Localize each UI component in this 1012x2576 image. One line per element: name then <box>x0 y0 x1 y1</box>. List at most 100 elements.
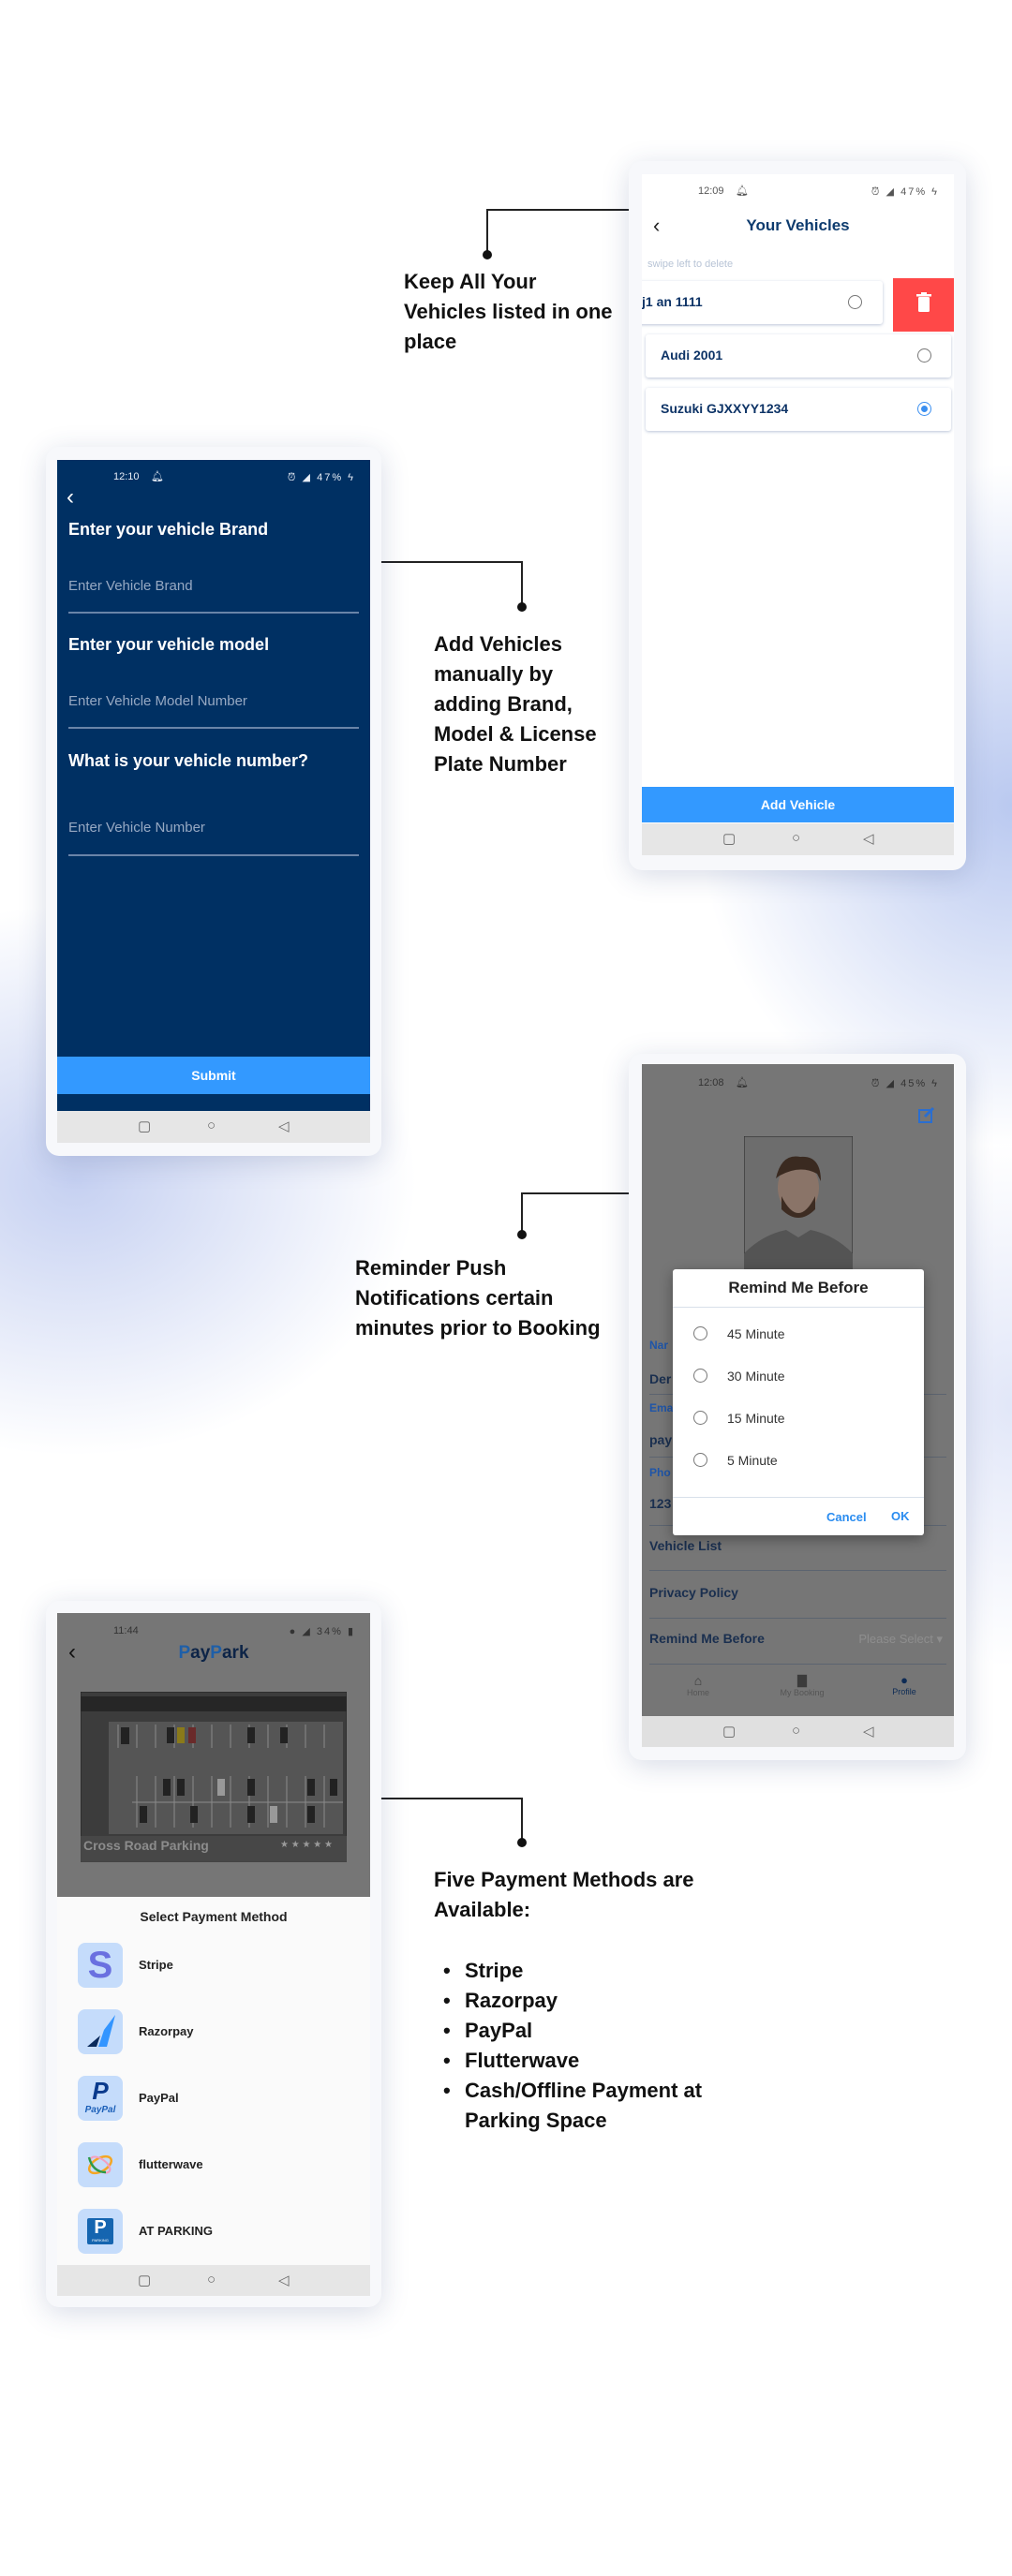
vehicle-name: j1 an 1111 <box>642 294 703 309</box>
vehicle-row[interactable]: j1 an 1111 <box>642 281 883 324</box>
privacy-policy-link[interactable]: Privacy Policy <box>649 1585 738 1600</box>
parking-lot-image <box>81 1692 347 1862</box>
your-vehicles-screen: 12:09 🔔︎ ⏰︎ ◢ 47% ϟ ‹ Your Vehicles swip… <box>642 174 954 855</box>
back-nav-icon[interactable]: ◁ <box>863 830 874 847</box>
model-input[interactable]: Enter Vehicle Model Number <box>68 693 247 709</box>
payment-method-at-parking[interactable]: P PARKING AT PARKING <box>78 2209 350 2254</box>
number-underline <box>68 854 359 856</box>
status-bar: 12:09 🔔︎ ⏰︎ ◢ 47% ϟ <box>642 182 954 204</box>
connector-line <box>521 1192 523 1234</box>
delete-button[interactable] <box>893 278 954 332</box>
vehicle-radio[interactable] <box>848 295 862 309</box>
battery-level: 47% <box>317 472 344 483</box>
vehicle-name: Audi 2001 <box>661 348 723 363</box>
vehicle-row[interactable]: Audi 2001 <box>646 334 951 378</box>
status-icons: ● ◢ 34% ▮ <box>290 1625 355 1637</box>
field-label: Pho <box>649 1466 671 1479</box>
status-time: 12:08 <box>698 1077 724 1088</box>
home-icon[interactable]: ○ <box>792 1723 800 1739</box>
list-item: • Flutterwave <box>443 2049 580 2072</box>
status-icons: ⏰︎ ◢ 47% ϟ <box>871 185 939 199</box>
annotation-line: Add Vehicles <box>434 632 562 656</box>
option-30[interactable]: 30 Minute <box>673 1367 924 1387</box>
status-icons: ⏰︎ ◢ 47% ϟ <box>288 471 355 484</box>
divider <box>649 1618 946 1619</box>
brand-question: Enter your vehicle Brand <box>68 520 269 539</box>
person-icon: ● <box>900 1673 908 1687</box>
vehicle-list-link[interactable]: Vehicle List <box>649 1538 722 1553</box>
back-nav-icon[interactable]: ◁ <box>863 1723 874 1740</box>
annotation-line: Available: <box>434 1898 531 1921</box>
connector-line <box>521 1798 523 1842</box>
field-label: Nar <box>649 1339 669 1352</box>
payment-methods-list: • Stripe • Razorpay • PayPal • Flutterwave •… <box>434 1956 734 2136</box>
submit-button[interactable]: Submit <box>57 1057 370 1094</box>
connector-line <box>381 561 523 563</box>
razorpay-icon <box>78 2009 123 2054</box>
option-5[interactable]: 5 Minute <box>673 1451 924 1472</box>
bottom-tab-bar: ⌂ Home ▇ My Booking ● Profile <box>642 1673 954 1716</box>
home-icon[interactable]: ○ <box>792 830 800 846</box>
chevron-down-icon: ▾ <box>936 1632 943 1646</box>
annotation-line: minutes prior to Booking <box>355 1316 601 1340</box>
connector-dot <box>517 1230 527 1239</box>
option-label: 45 Minute <box>727 1326 785 1341</box>
divider <box>673 1307 924 1308</box>
field-value: pay <box>649 1432 673 1447</box>
payment-method-paypal[interactable]: P PayPal PayPal <box>78 2076 350 2121</box>
profile-screen: 12:08 🔔︎ ⏰︎ ◢ 45% ϟ Nar Der Ema pay Pho … <box>642 1064 954 1747</box>
vehicle-radio[interactable] <box>917 348 931 363</box>
status-time: 12:10 <box>113 471 140 482</box>
method-label: AT PARKING <box>139 2224 213 2238</box>
android-nav-bar: ▢ ○ ◁ <box>642 823 954 855</box>
vehicle-radio-selected[interactable] <box>917 402 931 416</box>
payment-method-razorpay[interactable]: Razorpay <box>78 2009 350 2054</box>
paypark-logo: PayPark <box>178 1643 249 1663</box>
payment-method-flutterwave[interactable]: flutterwave <box>78 2142 350 2187</box>
trash-icon <box>916 292 931 312</box>
signal-icon: ◢ <box>302 1626 312 1637</box>
remind-select[interactable]: Please Select ▾ <box>858 1632 943 1647</box>
recents-icon[interactable]: ▢ <box>722 830 736 847</box>
tab-label: Home <box>686 1688 709 1697</box>
tab-profile[interactable]: ● Profile <box>876 1673 932 1696</box>
charging-icon: ϟ <box>931 1078 939 1089</box>
vehicle-number-input[interactable]: Enter Vehicle Number <box>68 820 205 836</box>
option-15[interactable]: 15 Minute <box>673 1409 924 1429</box>
flutterwave-icon <box>78 2142 123 2187</box>
recents-icon[interactable]: ▢ <box>138 1118 151 1134</box>
option-label: 15 Minute <box>727 1411 785 1426</box>
dialog-title: Remind Me Before <box>728 1279 869 1296</box>
recents-icon[interactable]: ▢ <box>722 1723 736 1740</box>
add-vehicle-button[interactable]: Add Vehicle <box>642 787 954 822</box>
connector-line <box>487 209 629 211</box>
connector-line <box>522 1192 629 1194</box>
bell-icon: 🔔︎ <box>151 471 164 482</box>
number-question: What is your vehicle number? <box>68 751 309 770</box>
vehicle-row[interactable]: Suzuki GJXXYY1234 <box>646 388 951 431</box>
home-icon[interactable]: ○ <box>207 2272 216 2287</box>
bell-icon: 🔔︎ <box>736 1077 749 1088</box>
back-icon[interactable]: ‹ <box>67 484 74 511</box>
android-nav-bar: ▢ ○ ◁ <box>642 1716 954 1747</box>
alarm-icon: ⏰︎ <box>287 472 298 483</box>
home-icon[interactable]: ○ <box>207 1118 216 1133</box>
brand-input[interactable]: Enter Vehicle Brand <box>68 578 193 594</box>
ok-button[interactable]: OK <box>891 1509 910 1523</box>
model-underline <box>68 727 359 729</box>
payment-method-stripe[interactable]: S Stripe <box>78 1943 350 1988</box>
option-45[interactable]: 45 Minute <box>673 1325 924 1345</box>
cancel-button[interactable]: Cancel <box>826 1510 867 1524</box>
tab-home[interactable]: ⌂ Home <box>670 1673 726 1697</box>
edit-icon[interactable] <box>917 1105 936 1124</box>
sheet-title: Select Payment Method <box>140 1909 288 1924</box>
battery-icon: ▮ <box>347 1626 355 1637</box>
tab-my-booking[interactable]: ▇ My Booking <box>769 1673 835 1697</box>
back-nav-icon[interactable]: ◁ <box>278 1118 290 1134</box>
annotation-line: Vehicles listed in one <box>404 300 613 323</box>
recents-icon[interactable]: ▢ <box>138 2272 151 2288</box>
model-question: Enter your vehicle model <box>68 635 270 654</box>
home-tab-icon: ⌂ <box>693 1673 703 1688</box>
back-nav-icon[interactable]: ◁ <box>278 2272 290 2288</box>
annotation-line: Five Payment Methods are <box>434 1868 694 1891</box>
